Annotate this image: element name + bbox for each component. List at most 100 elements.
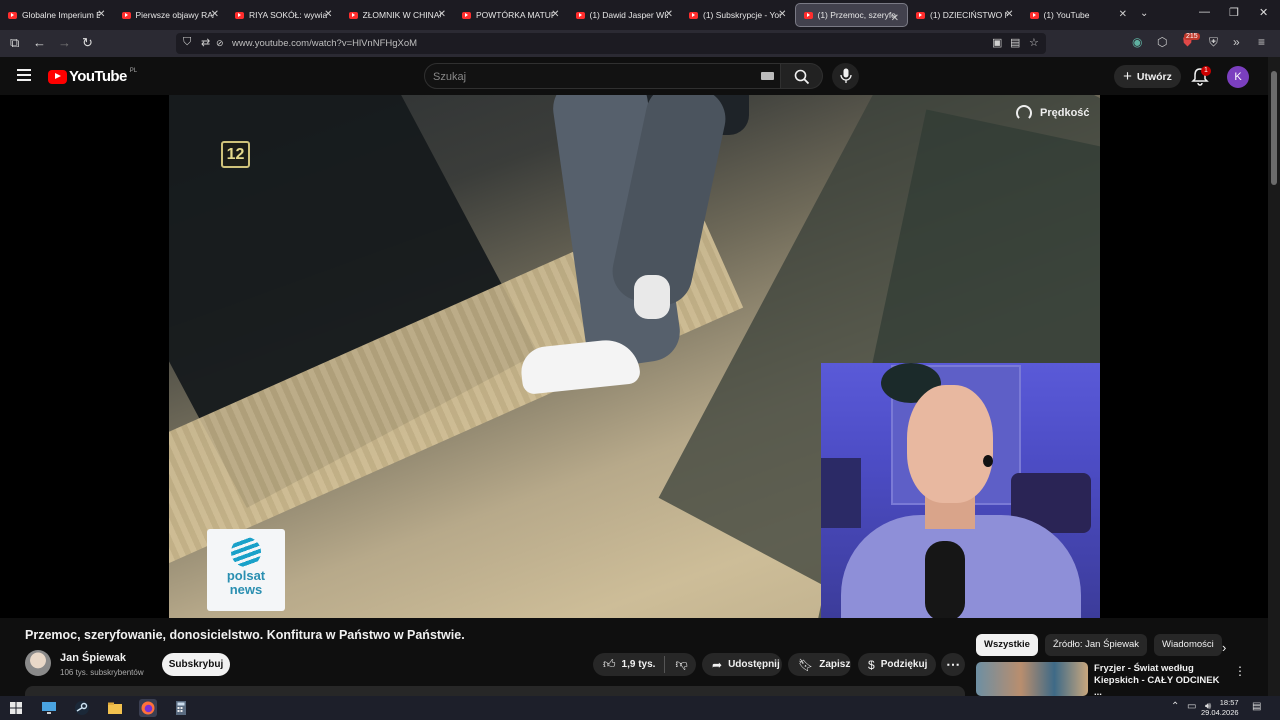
url-text[interactable]: www.youtube.com/watch?v=HlVnNFHgXoM: [232, 38, 417, 49]
file-explorer-icon[interactable]: [106, 699, 124, 717]
steam-icon[interactable]: [73, 699, 91, 717]
tray-overflow-icon[interactable]: ⌃: [1171, 701, 1179, 712]
search-input[interactable]: [433, 68, 753, 85]
system-clock[interactable]: 18:57 29.04.2026: [1201, 698, 1239, 718]
reload-icon[interactable]: ↻: [82, 35, 93, 51]
computer-icon[interactable]: [40, 699, 58, 717]
close-tab-icon[interactable]: ✕: [438, 9, 446, 20]
browser-tab[interactable]: (1) Subskrypcje - You ✕: [681, 0, 795, 30]
tab-title: (1) DZIECIŃSTWO NA: [930, 10, 1008, 20]
restore-icon[interactable]: ❐: [1229, 6, 1239, 19]
like-count[interactable]: 1,9 tys.: [622, 659, 656, 670]
video-player[interactable]: 12 Prędkość polsat news: [0, 95, 1268, 618]
filter-chips: Wszystkie Źródło: Jan Śpiewak Wiadomości: [976, 634, 1222, 656]
calculator-icon[interactable]: [172, 699, 190, 717]
save-button[interactable]: 🔖︎ Zapisz: [788, 653, 851, 676]
reader-view-icon[interactable]: ▤: [1010, 36, 1020, 49]
close-tab-icon[interactable]: ✕: [1119, 9, 1127, 20]
close-tab-icon[interactable]: ✕: [551, 9, 559, 20]
voice-search-button[interactable]: [832, 63, 859, 90]
page-scrollbar[interactable]: [1268, 57, 1280, 696]
close-tab-icon[interactable]: ✕: [97, 9, 105, 20]
plus-icon: +: [1123, 67, 1132, 85]
shield-icon[interactable]: ⛉: [183, 36, 191, 49]
subscriber-count: 106 tys. subskrybentów: [60, 668, 144, 677]
thumbs-up-icon[interactable]: 👍︎: [603, 657, 616, 672]
close-tab-icon[interactable]: ✕: [324, 9, 332, 20]
browser-tab-active[interactable]: (1) Przemoc, szeryfo ✕: [794, 3, 908, 27]
channel-name[interactable]: Jan Śpiewak: [60, 652, 126, 664]
browser-tab[interactable]: Pierwsze objawy RAK ✕: [114, 0, 228, 30]
youtube-logo[interactable]: YouTube PL: [48, 68, 137, 85]
tab-title: Globalne Imperium B: [22, 10, 100, 20]
browser-tab[interactable]: Globalne Imperium B ✕: [0, 0, 114, 30]
windows-start-icon[interactable]: [7, 699, 25, 717]
search-button[interactable]: [781, 63, 823, 89]
firefox-icon[interactable]: [139, 699, 157, 717]
extension-vpn-icon[interactable]: ◉: [1132, 35, 1142, 49]
tab-title: Pierwsze objawy RAK: [135, 10, 214, 20]
permissions-icon[interactable]: ⇄: [201, 36, 210, 49]
browser-tab[interactable]: ZŁOMNIK W CHINAC ✕: [341, 0, 455, 30]
network-icon[interactable]: ▭: [1187, 701, 1196, 712]
share-button[interactable]: ➦ Udostępnij: [702, 653, 782, 676]
thumbs-down-icon[interactable]: 👎︎: [675, 657, 687, 672]
youtube-play-logo-icon: [48, 69, 67, 84]
recommended-title[interactable]: Fryzjer - Świat według Kiepskich - CAŁY …: [1094, 663, 1224, 699]
browser-tab[interactable]: RIYA SOKÓŁ: wywiad ✕: [227, 0, 341, 30]
minimize-icon[interactable]: —: [1199, 6, 1210, 18]
youtube-favicon-icon: [575, 11, 585, 19]
overflow-menu-icon[interactable]: »: [1233, 35, 1240, 49]
like-dislike-group: 👍︎ 1,9 tys. 👎︎: [593, 653, 696, 676]
tab-title: (1) Przemoc, szeryfo: [817, 10, 896, 20]
app-menu-icon[interactable]: ≡: [1258, 35, 1265, 49]
browser-tab[interactable]: (1) Dawid Jasper WIZ ✕: [568, 0, 682, 30]
extensions-puzzle-icon[interactable]: ⬡: [1157, 35, 1167, 49]
clock-time: 18:57: [1219, 698, 1239, 707]
close-tab-icon[interactable]: ✕: [211, 9, 219, 20]
chip-news[interactable]: Wiadomości: [1154, 634, 1222, 656]
bookmark-star-icon[interactable]: ☆: [1029, 36, 1039, 49]
close-window-icon[interactable]: ✕: [1259, 6, 1268, 19]
chip-source-channel[interactable]: Źródło: Jan Śpiewak: [1044, 634, 1148, 656]
create-button[interactable]: + Utwórz: [1114, 65, 1181, 88]
tab-title: (1) Subskrypcje - You: [703, 10, 781, 20]
recommended-thumbnail[interactable]: [976, 662, 1088, 696]
back-icon[interactable]: ←: [33, 35, 46, 51]
youtube-favicon-icon: [803, 11, 813, 19]
sidebar-toggle-icon[interactable]: ⧉: [10, 35, 19, 51]
scrollbar-thumb[interactable]: [1271, 71, 1277, 185]
youtube-favicon-icon: [235, 11, 244, 19]
list-all-tabs-icon[interactable]: ⌄: [1140, 8, 1148, 19]
keyboard-icon[interactable]: [761, 72, 774, 80]
more-actions-button[interactable]: ⋯: [941, 653, 965, 676]
guide-menu-icon[interactable]: [17, 69, 31, 81]
playback-speed-overlay: Prędkość: [1016, 105, 1090, 121]
search-icon: [794, 69, 810, 85]
notification-center-icon[interactable]: ▤: [1252, 701, 1261, 712]
tab-title: RIYA SOKÓŁ: wywiad: [249, 10, 327, 20]
thanks-button[interactable]: $ Podziękuj: [858, 653, 936, 676]
browser-tab-strip: Globalne Imperium B ✕ Pierwsze objawy RAK…: [0, 0, 1280, 30]
camera-off-icon[interactable]: ⊘: [216, 38, 224, 49]
subscribe-button[interactable]: Subskrybuj: [162, 653, 230, 676]
channel-avatar[interactable]: [25, 650, 51, 676]
close-tab-icon[interactable]: ✕: [891, 13, 899, 24]
chip-all[interactable]: Wszystkie: [976, 634, 1038, 656]
browser-tab[interactable]: POWTÓRKA MATUR/✕: [454, 0, 568, 30]
description-box[interactable]: [25, 686, 965, 696]
picture-in-picture-icon[interactable]: ▣: [992, 36, 1002, 49]
search-box[interactable]: [424, 63, 781, 89]
account-avatar[interactable]: K: [1227, 66, 1249, 88]
chips-next-icon[interactable]: ›: [1222, 640, 1226, 655]
more-vert-icon[interactable]: ⋮: [1234, 664, 1246, 678]
address-bar[interactable]: ⛉ ⇄ ⊘ www.youtube.com/watch?v=HlVnNFHgXo…: [176, 33, 1046, 54]
browser-tab[interactable]: (1) YouTube ✕: [1022, 0, 1136, 30]
close-tab-icon[interactable]: ✕: [665, 9, 673, 20]
browser-tab[interactable]: (1) DZIECIŃSTWO NA ✕: [908, 0, 1022, 30]
close-tab-icon[interactable]: ✕: [1005, 9, 1013, 20]
speed-gauge-icon: [1016, 105, 1032, 121]
privacy-badger-icon[interactable]: ⛨: [1209, 35, 1218, 50]
close-tab-icon[interactable]: ✕: [778, 9, 786, 20]
forward-icon[interactable]: →: [58, 35, 71, 51]
